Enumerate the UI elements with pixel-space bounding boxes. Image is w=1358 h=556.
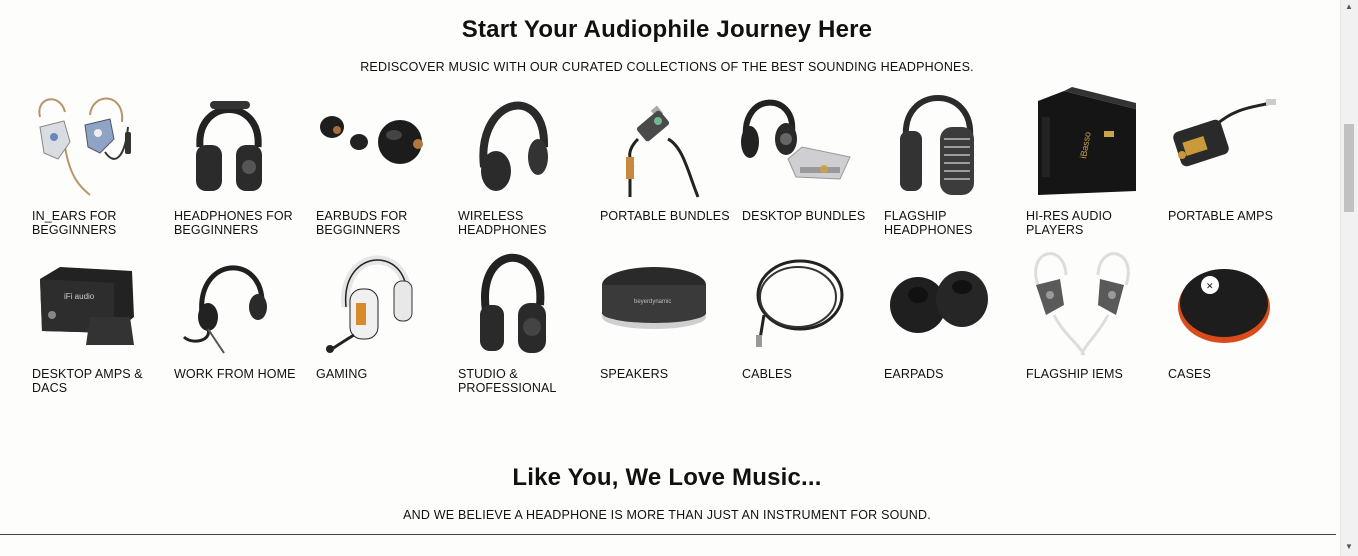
section-title: Start Your Audiophile Journey Here	[461, 16, 873, 43]
category-cables[interactable]: CABLES	[740, 245, 872, 403]
wireless-headphones-icon	[456, 87, 570, 199]
category-label: PORTABLE BUNDLES	[600, 209, 730, 223]
section-title-2: Like You, We Love Music...	[512, 464, 822, 491]
scroll-down-icon[interactable]: ▼	[1345, 542, 1353, 551]
category-desktop-amps-dacs[interactable]: iFi audio DESKTOP AMPS & DACS	[30, 245, 162, 403]
category-grid: IN_EARS FOR BEGGINNERS HEADPHONES FOR BE…	[30, 87, 1308, 403]
desktop-bundle-icon	[740, 87, 854, 199]
planar-headphones-icon	[882, 87, 996, 199]
flagship-iem-icon	[1024, 245, 1138, 357]
case-icon: ✕	[1166, 245, 1280, 357]
category-earpads[interactable]: EARPADS	[882, 245, 1014, 403]
category-label: DESKTOP BUNDLES	[742, 209, 866, 223]
category-earbuds-beginners[interactable]: EARBUDS FOR BEGGINNERS	[314, 87, 446, 245]
scroll-up-icon[interactable]: ▲	[1345, 2, 1353, 11]
headphones-icon	[172, 87, 286, 199]
iem-icon	[30, 87, 144, 199]
category-label: FLAGSHIP HEADPHONES	[884, 209, 973, 237]
earbuds-icon	[314, 87, 428, 199]
studio-headphones-icon	[456, 245, 570, 357]
category-flagship-iems[interactable]: FLAGSHIP IEMS	[1024, 245, 1156, 403]
portable-amp-icon	[1166, 87, 1280, 199]
category-speakers[interactable]: beyerdynamic SPEAKERS	[598, 245, 730, 403]
category-label: EARPADS	[884, 367, 944, 381]
category-label: WIRELESS HEADPHONES	[458, 209, 547, 237]
category-label: FLAGSHIP IEMS	[1026, 367, 1123, 381]
speakerphone-icon: beyerdynamic	[598, 245, 712, 357]
category-in-ears-beginners[interactable]: IN_EARS FOR BEGGINNERS	[30, 87, 162, 245]
category-portable-amps[interactable]: PORTABLE AMPS	[1166, 87, 1298, 245]
category-label: EARBUDS FOR BEGGINNERS	[316, 209, 408, 237]
headset-icon	[172, 245, 286, 357]
page: Start Your Audiophile Journey Here REDIS…	[0, 0, 1341, 556]
svg-text:✕: ✕	[1206, 281, 1214, 291]
category-label: PORTABLE AMPS	[1168, 209, 1274, 223]
category-wireless-headphones[interactable]: WIRELESS HEADPHONES	[456, 87, 588, 245]
section-subtitle-2: AND WE BELIEVE A HEADPHONE IS MORE THAN …	[403, 508, 931, 522]
gaming-headset-icon	[314, 245, 428, 357]
section-subtitle: REDISCOVER MUSIC WITH OUR CURATED COLLEC…	[360, 60, 974, 74]
category-label: SPEAKERS	[600, 367, 669, 381]
category-label: WORK FROM HOME	[174, 367, 296, 381]
category-label: CABLES	[742, 367, 792, 381]
category-studio-professional[interactable]: STUDIO & PROFESSIONAL	[456, 245, 588, 403]
category-desktop-bundles[interactable]: DESKTOP BUNDLES	[740, 87, 872, 245]
cable-icon	[740, 245, 854, 357]
category-cases[interactable]: ✕ CASES	[1166, 245, 1298, 403]
category-label: DESKTOP AMPS & DACS	[32, 367, 143, 395]
category-flagship-headphones[interactable]: FLAGSHIP HEADPHONES	[882, 87, 1014, 245]
category-headphones-beginners[interactable]: HEADPHONES FOR BEGGINNERS	[172, 87, 304, 245]
category-label: CASES	[1168, 367, 1211, 381]
category-label: IN_EARS FOR BEGGINNERS	[32, 209, 117, 237]
category-label: STUDIO & PROFESSIONAL	[458, 367, 557, 395]
svg-text:beyerdynamic: beyerdynamic	[634, 299, 671, 305]
category-label: HEADPHONES FOR BEGGINNERS	[174, 209, 293, 237]
category-label: HI-RES AUDIO PLAYERS	[1026, 209, 1112, 237]
desktop-dac-icon: iFi audio	[30, 245, 144, 357]
svg-text:iFi audio: iFi audio	[64, 292, 95, 301]
divider	[0, 534, 1336, 535]
vertical-scrollbar[interactable]: ▲ ▼	[1340, 0, 1358, 556]
category-portable-bundles[interactable]: PORTABLE BUNDLES	[598, 87, 730, 245]
category-work-from-home[interactable]: WORK FROM HOME	[172, 245, 304, 403]
audio-player-icon: iBasso	[1024, 87, 1138, 199]
foam-tips-icon	[882, 245, 996, 357]
dongle-dac-icon	[598, 87, 712, 199]
category-label: GAMING	[316, 367, 368, 381]
category-hi-res-audio-players[interactable]: iBasso HI-RES AUDIO PLAYERS	[1024, 87, 1156, 245]
category-gaming[interactable]: GAMING	[314, 245, 446, 403]
scroll-thumb[interactable]	[1344, 124, 1354, 212]
